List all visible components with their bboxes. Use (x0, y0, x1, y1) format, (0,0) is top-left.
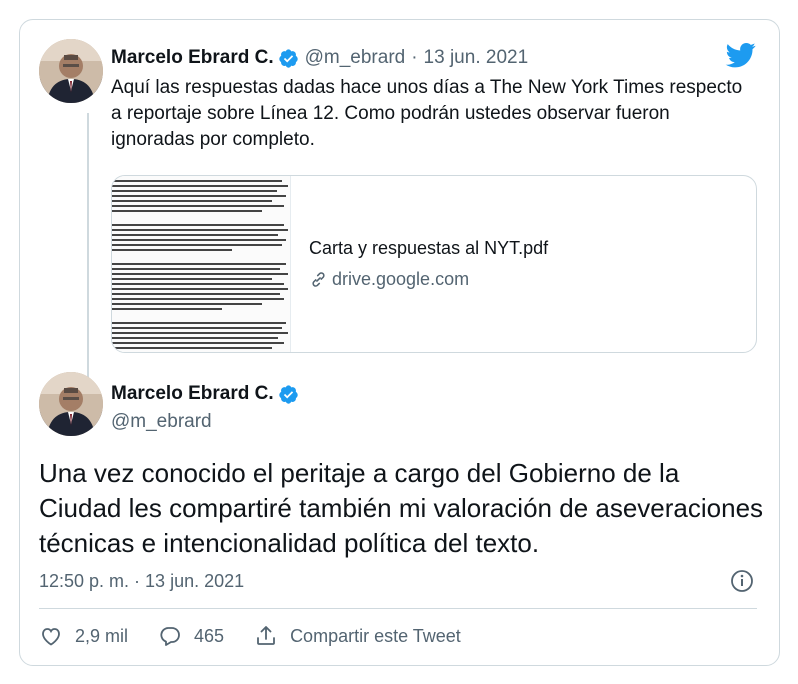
share-icon (257, 626, 275, 645)
document-thumbnail (112, 176, 291, 352)
reply-button[interactable]: 465 (158, 624, 224, 648)
link-icon (312, 272, 325, 287)
info-icon[interactable] (730, 569, 754, 593)
reply-count: 465 (194, 625, 225, 646)
heart-icon (42, 628, 60, 646)
avatar[interactable] (39, 372, 103, 436)
thread-line (87, 113, 89, 383)
link-info: Carta y respuestas al NYT.pdf drive.goog… (291, 176, 548, 352)
tweet-timestamp[interactable]: 12:50 p. m. · 13 jun. 2021 (39, 571, 244, 592)
verified-badge-icon (278, 48, 298, 68)
reply-icon (160, 627, 180, 646)
share-button[interactable]: Compartir este Tweet (254, 624, 461, 648)
link-preview-card[interactable]: Carta y respuestas al NYT.pdf drive.goog… (111, 175, 757, 353)
author-handle[interactable]: @m_ebrard (305, 47, 406, 69)
tweet-date[interactable]: 13 jun. 2021 (424, 47, 529, 69)
tweet1-header: Marcelo Ebrard C. @m_ebrard · 13 jun. 20… (111, 47, 528, 69)
avatar-photo (39, 39, 103, 103)
link-title[interactable]: Carta y respuestas al NYT.pdf (309, 238, 548, 259)
divider (39, 608, 757, 609)
share-label: Compartir este Tweet (290, 625, 461, 646)
twitter-bird-icon[interactable] (724, 40, 758, 70)
author-name[interactable]: Marcelo Ebrard C. (111, 383, 274, 405)
author-handle[interactable]: @m_ebrard (111, 411, 299, 433)
verified-badge-icon (278, 384, 298, 404)
link-domain-text: drive.google.com (332, 269, 470, 289)
avatar-photo (39, 372, 103, 436)
action-bar: 2,9 mil 465 Compartir este Tweet (39, 624, 491, 648)
like-count: 2,9 mil (75, 625, 129, 646)
tweet1-text: Aquí las respuestas dadas hace unos días… (111, 77, 743, 150)
link-domain[interactable]: drive.google.com (309, 269, 548, 290)
author-name[interactable]: Marcelo Ebrard C. (111, 47, 274, 69)
separator-dot: · (411, 47, 418, 68)
avatar[interactable] (39, 39, 103, 103)
tweet2-text: Una vez conocido el peritaje a cargo del… (39, 458, 764, 558)
like-button[interactable]: 2,9 mil (39, 624, 128, 648)
tweet2-header: Marcelo Ebrard C. @m_ebrard (111, 383, 299, 433)
tweet-card: Marcelo Ebrard C. @m_ebrard · 13 jun. 20… (19, 19, 780, 666)
